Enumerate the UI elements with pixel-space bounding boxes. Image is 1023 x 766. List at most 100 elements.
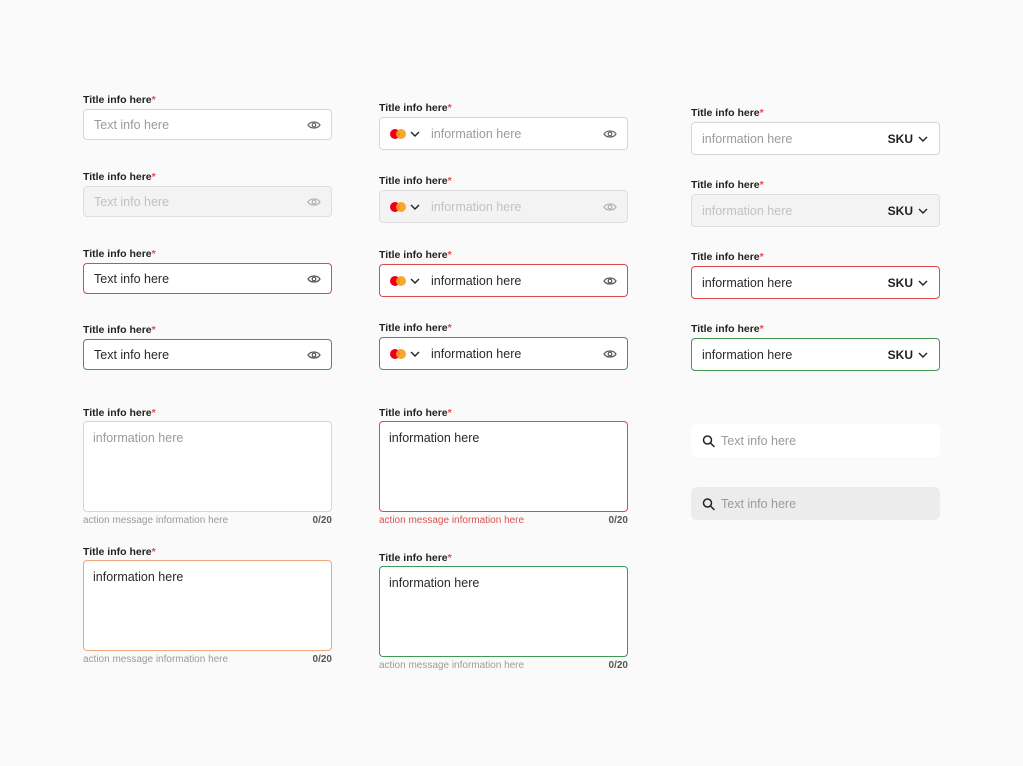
eye-icon[interactable] bbox=[603, 349, 617, 359]
textarea-value: information here bbox=[389, 431, 480, 445]
sku-select-label[interactable]: SKU bbox=[888, 276, 913, 290]
textarea-success[interactable]: information here bbox=[379, 566, 628, 657]
sku-input-success[interactable]: information here SKU bbox=[691, 338, 940, 371]
helper-text-error: action message information here bbox=[379, 515, 525, 526]
sku-select-label[interactable]: SKU bbox=[888, 132, 913, 146]
field-label: Title info here* bbox=[379, 102, 452, 114]
textarea-focused[interactable]: information here bbox=[83, 560, 332, 651]
input-value: information here bbox=[431, 273, 522, 288]
input-placeholder: Text info here bbox=[94, 117, 170, 132]
required-mark: * bbox=[151, 171, 156, 183]
chevron-down-icon[interactable] bbox=[410, 278, 420, 284]
field-label: Title info here* bbox=[83, 248, 156, 260]
card-input[interactable]: information here bbox=[379, 117, 628, 150]
field-label: Title info here* bbox=[691, 323, 764, 335]
chevron-down-icon[interactable] bbox=[918, 136, 928, 142]
card-field-success: Title info here* information here bbox=[379, 322, 628, 370]
required-mark: * bbox=[447, 175, 452, 187]
field-label: Title info here* bbox=[379, 552, 452, 564]
card-brand-icon[interactable] bbox=[390, 348, 406, 359]
chevron-down-icon[interactable] bbox=[918, 280, 928, 286]
required-mark: * bbox=[151, 248, 156, 260]
eye-icon[interactable] bbox=[307, 274, 321, 284]
text-field-success: Title info here* Text info here bbox=[83, 324, 332, 370]
field-label: Title info here* bbox=[691, 251, 764, 263]
required-mark: * bbox=[447, 322, 452, 334]
field-label: Title info here* bbox=[83, 546, 156, 558]
char-counter: 0/20 bbox=[608, 515, 628, 526]
required-mark: * bbox=[447, 552, 452, 564]
sku-field-disabled: Title info here* information here SKU bbox=[691, 179, 940, 227]
textarea-field-warning: Title info here* information here action… bbox=[83, 546, 332, 668]
eye-icon[interactable] bbox=[603, 276, 617, 286]
sku-field-error: Title info here* information here SKU bbox=[691, 251, 940, 299]
helper-text: action message information here bbox=[83, 515, 229, 526]
chevron-down-icon[interactable] bbox=[918, 352, 928, 358]
input-placeholder: information here bbox=[431, 126, 522, 141]
eye-icon[interactable] bbox=[307, 120, 321, 130]
textarea-error[interactable]: information here bbox=[379, 421, 628, 512]
input-value: Text info here bbox=[94, 271, 170, 286]
card-brand-icon bbox=[390, 201, 406, 212]
sku-field-success: Title info here* information here SKU bbox=[691, 323, 940, 371]
char-counter: 0/20 bbox=[312, 654, 332, 665]
card-input-disabled: information here bbox=[379, 190, 628, 223]
sku-input-error[interactable]: information here SKU bbox=[691, 266, 940, 299]
field-label: Title info here* bbox=[379, 175, 452, 187]
text-input-disabled: Text info here bbox=[83, 186, 332, 217]
field-label: Title info here* bbox=[691, 107, 764, 119]
sku-input[interactable]: information here SKU bbox=[691, 122, 940, 155]
input-value: Text info here bbox=[94, 347, 170, 362]
sku-input-disabled: information here SKU bbox=[691, 194, 940, 227]
input-value: information here bbox=[702, 275, 793, 290]
required-mark: * bbox=[151, 94, 156, 106]
search-input-filled[interactable]: Text info here bbox=[691, 487, 940, 520]
input-placeholder: information here bbox=[702, 203, 793, 218]
field-label: Title info here* bbox=[83, 171, 156, 183]
search-input[interactable]: Text info here bbox=[691, 424, 940, 457]
required-mark: * bbox=[759, 179, 764, 191]
input-placeholder: information here bbox=[702, 131, 793, 146]
sku-field-default: Title info here* information here SKU bbox=[691, 107, 940, 155]
search-placeholder: Text info here bbox=[721, 496, 797, 511]
field-label: Title info here* bbox=[691, 179, 764, 191]
textarea-value: information here bbox=[93, 570, 184, 584]
textarea-placeholder: information here bbox=[93, 431, 184, 445]
field-label: Title info here* bbox=[379, 322, 452, 334]
card-input-error[interactable]: information here bbox=[379, 264, 628, 297]
char-counter: 0/20 bbox=[608, 660, 628, 671]
input-value: information here bbox=[431, 346, 522, 361]
input-value: information here bbox=[702, 347, 793, 362]
required-mark: * bbox=[759, 323, 764, 335]
required-mark: * bbox=[447, 102, 452, 114]
eye-icon[interactable] bbox=[307, 350, 321, 360]
text-input-success[interactable]: Text info here bbox=[83, 339, 332, 370]
field-label: Title info here* bbox=[83, 324, 156, 336]
helper-text: action message information here bbox=[83, 654, 229, 665]
search-placeholder: Text info here bbox=[721, 433, 797, 448]
required-mark: * bbox=[151, 324, 156, 336]
textarea-field-default: Title info here* information here action… bbox=[83, 407, 332, 529]
search-icon bbox=[702, 497, 715, 510]
sku-select-label: SKU bbox=[887, 203, 913, 218]
card-brand-icon[interactable] bbox=[390, 275, 406, 286]
chevron-down-icon[interactable] bbox=[410, 131, 420, 137]
required-mark: * bbox=[447, 407, 452, 419]
chevron-down-icon[interactable] bbox=[410, 351, 420, 357]
textarea[interactable]: information here bbox=[83, 421, 332, 512]
field-label: Title info here* bbox=[379, 249, 452, 261]
field-label: Title info here* bbox=[379, 407, 452, 419]
card-input-success[interactable]: information here bbox=[379, 337, 628, 370]
sku-select-label[interactable]: SKU bbox=[888, 348, 913, 362]
field-label: Title info here* bbox=[83, 94, 156, 106]
required-mark: * bbox=[151, 407, 156, 419]
textarea-field-success: Title info here* information here action… bbox=[379, 552, 628, 674]
text-input-error[interactable]: Text info here bbox=[83, 263, 332, 294]
text-input[interactable]: Text info here bbox=[83, 109, 332, 140]
card-brand-icon[interactable] bbox=[390, 128, 406, 139]
eye-icon[interactable] bbox=[603, 129, 617, 139]
card-field-disabled: Title info here* information here bbox=[379, 175, 628, 223]
text-field-disabled: Title info here* Text info here bbox=[83, 171, 332, 217]
chevron-down-icon bbox=[410, 204, 420, 210]
field-label: Title info here* bbox=[83, 407, 156, 419]
